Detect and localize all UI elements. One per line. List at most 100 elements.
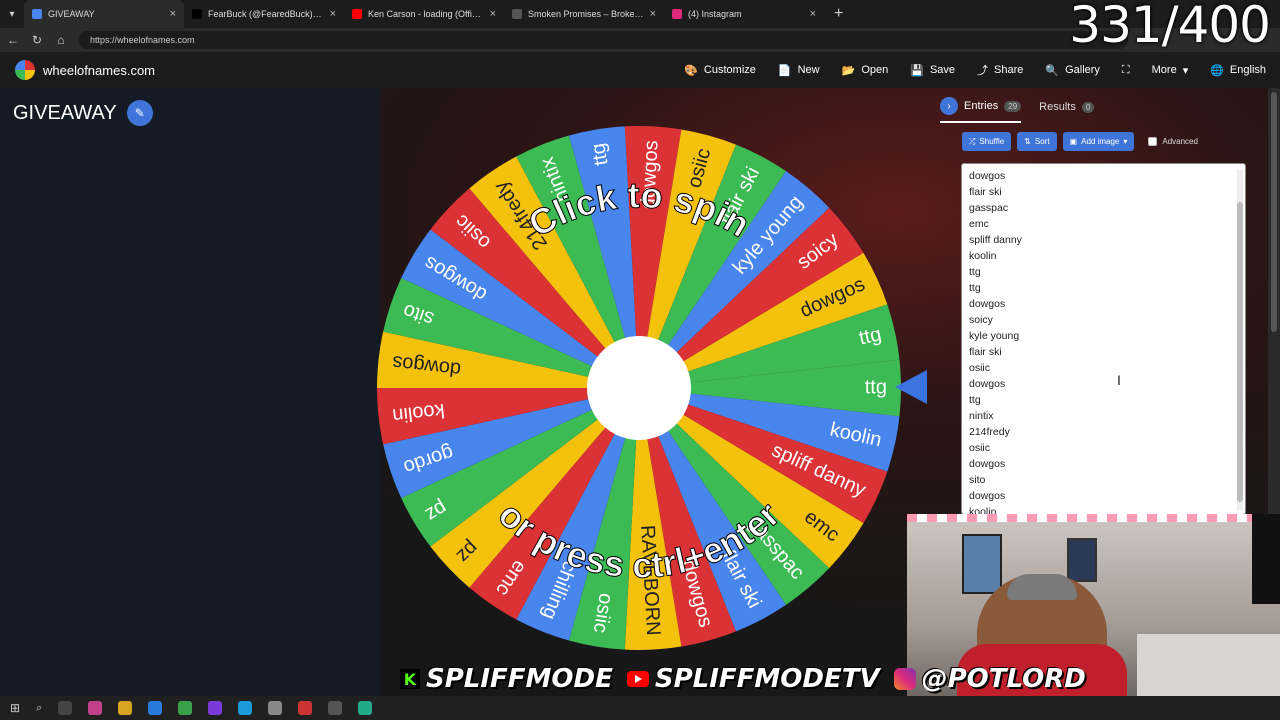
tab-title: FearBuck (@FearedBuck) / X <box>208 9 324 19</box>
menu-item-gallery[interactable]: 🔍 Gallery <box>1045 64 1100 77</box>
browser-tab[interactable]: Ken Carson - loading (Official × <box>344 0 504 28</box>
shuffle-icon: ⤮ <box>969 136 976 146</box>
windows-taskbar: ⊞ ⌕ <box>0 696 1280 720</box>
browser-tab[interactable]: Smoken Promises – Broken Promi × <box>504 0 664 28</box>
shuffle-label: Shuffle <box>979 137 1005 146</box>
menu-item-open[interactable]: 📂 Open <box>842 64 889 77</box>
taskbar-app-icon[interactable] <box>88 701 103 715</box>
wheel-graphic[interactable]: ttgkoolinspliff dannyemcgasspacflair ski… <box>373 122 905 654</box>
taskbar-app-icon[interactable] <box>328 701 343 715</box>
taskbar-edge-icon[interactable] <box>238 701 253 715</box>
entry-line: dowgos <box>969 458 1006 470</box>
windows-start-icon[interactable]: ⊞ <box>10 701 20 715</box>
shuffle-button[interactable]: ⤮ Shuffle <box>962 132 1012 151</box>
entry-line: ttg <box>969 394 981 406</box>
save-icon: 💾 <box>910 64 924 77</box>
entry-line: flair ski <box>969 186 1002 198</box>
entry-line: koolin <box>969 250 997 262</box>
entry-line: osiic <box>969 362 991 374</box>
menu-label: Share <box>994 64 1024 76</box>
wheel-segment-label: ttg <box>865 376 887 398</box>
taskbar-app-icon[interactable] <box>148 701 163 715</box>
wheel-logo-icon <box>15 60 35 80</box>
social-handle-label: @POTLORD <box>921 664 1086 694</box>
tab-favicon-icon <box>352 9 362 19</box>
page-scroll-thumb[interactable] <box>1271 92 1277 332</box>
advanced-label: Advanced <box>1162 137 1198 146</box>
new-tab-button[interactable]: + <box>834 5 843 23</box>
close-tab-icon[interactable]: × <box>810 8 816 20</box>
taskbar-app-icon[interactable] <box>268 701 283 715</box>
close-tab-icon[interactable]: × <box>170 8 176 20</box>
taskbar-app-icon[interactable] <box>178 701 193 715</box>
browser-tab[interactable]: (4) Instagram × <box>664 0 824 28</box>
entries-textarea[interactable]: dowgos flair ski gasspac emc spliff danny koo… <box>961 163 1246 515</box>
wheel-center[interactable] <box>587 336 691 440</box>
browser-tab[interactable]: FearBuck (@FearedBuck) / X × <box>184 0 344 28</box>
url-field[interactable]: https://wheelofnames.com <box>78 31 1128 49</box>
site-logo[interactable]: wheelofnames.com <box>15 60 155 80</box>
sort-button[interactable]: ⇅ Sort <box>1017 132 1057 151</box>
chevron-right-icon[interactable]: › <box>940 97 958 115</box>
taskbar-search-icon[interactable]: ⌕ <box>36 702 42 715</box>
edit-title-button[interactable]: ✎ <box>126 100 153 126</box>
browser-tab[interactable]: GIVEAWAY × <box>24 0 184 28</box>
social-handle: @POTLORD <box>893 664 1086 694</box>
wheel-pointer-icon <box>895 370 927 404</box>
social-handle: K SPLIFFMODE <box>400 664 613 694</box>
menu-item-english[interactable]: 🌐 English <box>1210 64 1266 77</box>
menu-item-save[interactable]: 💾 Save <box>910 64 955 77</box>
entry-line: soicy <box>969 314 993 326</box>
globe-icon: 🌐 <box>1210 64 1224 77</box>
site-header: wheelofnames.com 🎨 Customize 📄 New 📂 Open 💾 Sav… <box>0 52 1280 88</box>
entries-count-badge: 29 <box>1004 100 1022 112</box>
taskbar-app-icon[interactable] <box>358 701 373 715</box>
advanced-toggle[interactable]: Advanced <box>1148 137 1198 146</box>
tab-favicon-icon <box>192 9 202 19</box>
taskbar-app-icon[interactable] <box>118 701 133 715</box>
menu-label: New <box>797 64 820 76</box>
tab-title: GIVEAWAY <box>48 9 95 19</box>
tab-entries[interactable]: › Entries 29 <box>940 97 1022 123</box>
menu-item-fullscreen[interactable]: ⛶ <box>1122 64 1130 77</box>
home-icon[interactable]: ⌂ <box>54 33 68 47</box>
entry-line: dowgos <box>969 378 1006 390</box>
wall-frame <box>1067 538 1097 582</box>
reload-icon[interactable]: ↻ <box>30 33 44 47</box>
menu-item-more[interactable]: More ▾ <box>1152 64 1189 77</box>
chevron-down-icon: ▾ <box>1123 137 1128 146</box>
tab-favicon-icon <box>512 9 522 19</box>
couch <box>1137 634 1280 700</box>
tab-list-icon[interactable]: ▾ <box>0 0 24 28</box>
taskbar-app-icon[interactable] <box>208 701 223 715</box>
entries-scrollbar[interactable] <box>1237 170 1243 510</box>
search-icon: 🔍 <box>1045 64 1060 77</box>
share-icon: ⤴ <box>977 65 989 77</box>
wall-banner <box>1252 514 1280 604</box>
wheel-title-text: GIVEAWAY <box>13 101 117 124</box>
tab-title: Smoken Promises – Broken Promi <box>528 9 644 19</box>
entry-line: spliff danny <box>969 234 1022 246</box>
tab-favicon-icon <box>32 9 42 19</box>
menu-label: Open <box>861 64 889 76</box>
text-cursor-icon: I <box>1117 372 1121 388</box>
streamer-cap <box>1007 574 1077 600</box>
taskbar-app-icon[interactable] <box>298 701 313 715</box>
advanced-checkbox[interactable] <box>1148 137 1158 146</box>
menu-label: English <box>1229 64 1266 76</box>
instagram-icon <box>893 668 916 690</box>
add-image-button[interactable]: ▣ Add image ▾ <box>1062 132 1135 151</box>
page-scrollbar[interactable] <box>1268 88 1280 518</box>
menu-item-new[interactable]: 📄 New <box>778 64 820 77</box>
taskbar-app-icon[interactable] <box>58 701 73 715</box>
close-tab-icon[interactable]: × <box>330 8 336 20</box>
tab-results[interactable]: Results 0 <box>1039 101 1095 119</box>
close-tab-icon[interactable]: × <box>490 8 496 20</box>
fullscreen-icon: ⛶ <box>1121 63 1130 76</box>
back-icon[interactable]: ← <box>6 33 20 47</box>
menu-item-share[interactable]: ⤴ Share <box>977 62 1023 78</box>
menu-item-customize[interactable]: 🎨 Customize <box>684 64 756 77</box>
entries-scroll-thumb[interactable] <box>1237 202 1243 502</box>
wheel[interactable]: ttg koolin spliff danny emc gasspac flair ski… <box>373 122 905 654</box>
close-tab-icon[interactable]: × <box>650 8 656 20</box>
